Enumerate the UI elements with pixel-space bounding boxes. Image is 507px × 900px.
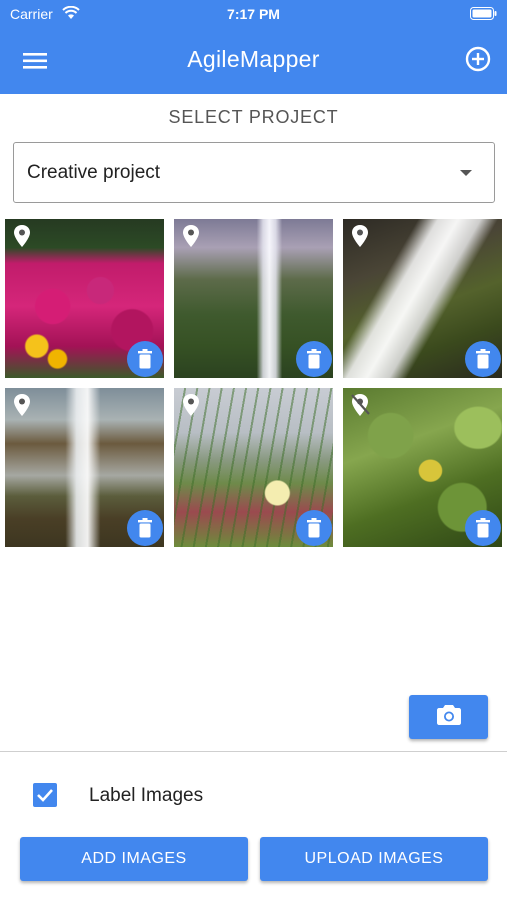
status-time: 7:17 PM [227,6,280,22]
location-pin-icon [11,223,33,249]
project-dropdown[interactable]: Creative project [13,142,495,203]
divider [0,751,507,752]
app-title: AgileMapper [187,46,320,72]
add-circle-icon[interactable] [463,44,493,74]
add-images-button[interactable]: ADD IMAGES [20,837,248,881]
label-images-checkbox[interactable] [33,783,57,807]
delete-image-button[interactable] [296,510,332,546]
delete-image-button[interactable] [127,341,163,377]
location-pin-icon [180,392,202,418]
location-off-icon [349,392,371,418]
selected-project: Creative project [27,162,161,183]
image-thumbnail[interactable] [5,388,164,547]
image-thumbnail[interactable] [5,219,164,378]
image-thumbnail[interactable] [174,219,333,378]
camera-icon [436,704,462,731]
delete-image-button[interactable] [296,341,332,377]
delete-image-button[interactable] [465,341,501,377]
camera-button[interactable] [409,695,488,739]
status-bar: Carrier 7:17 PM [0,0,507,28]
location-pin-icon [180,223,202,249]
image-thumbnail[interactable] [343,388,502,547]
upload-images-button[interactable]: UPLOAD IMAGES [260,837,488,881]
location-pin-icon [11,392,33,418]
battery-icon [470,7,497,25]
select-project-label: SELECT PROJECT [168,107,339,127]
dropdown-caret-icon [460,170,472,176]
location-pin-icon [349,223,371,249]
delete-image-button[interactable] [127,510,163,546]
app-bar: AgileMapper [0,28,507,94]
image-thumbnail[interactable] [343,219,502,378]
delete-image-button[interactable] [465,510,501,546]
label-images-text: Label Images [89,785,204,806]
image-thumbnail[interactable] [174,388,333,547]
